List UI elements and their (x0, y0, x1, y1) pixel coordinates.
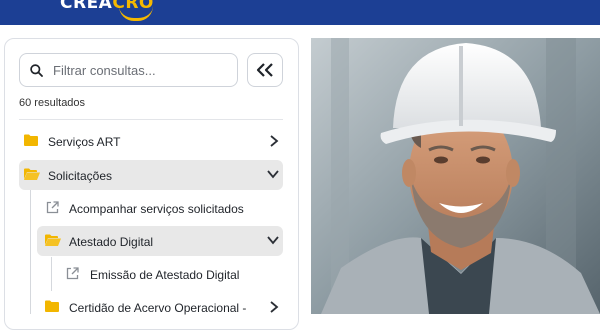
folder-icon (45, 300, 59, 312)
search-input[interactable] (53, 54, 233, 86)
tree-item-atestado-digital[interactable]: Atestado Digital (37, 226, 283, 256)
tree-guide-line (30, 190, 31, 314)
folder-icon (24, 134, 38, 146)
chevron-down-icon (267, 170, 279, 179)
tree-item-label: Certidão de Acervo Operacional - (69, 301, 247, 315)
results-count: 60 resultados (19, 97, 86, 109)
double-chevron-left-icon (256, 63, 273, 77)
tree-item-label: Serviços ART (48, 135, 121, 149)
search-icon (30, 64, 43, 77)
folder-open-icon (45, 234, 61, 246)
tree-item-label: Atestado Digital (69, 235, 154, 249)
tree-item-certidao-acervo[interactable]: Certidão de Acervo Operacional - (40, 292, 283, 322)
chevron-down-icon (267, 236, 279, 245)
logo-smile-mark (119, 6, 153, 21)
search-box (19, 53, 238, 87)
tree-item-emissao-atestado[interactable]: Emissão de Atestado Digital (60, 259, 283, 289)
chevron-right-icon (270, 301, 279, 313)
tree-item-acompanhar-servicos[interactable]: Acompanhar serviços solicitados (40, 193, 283, 223)
tree-item-solicitacoes[interactable]: Solicitações (19, 160, 283, 190)
divider (19, 119, 283, 120)
tree-item-label: Acompanhar serviços solicitados (69, 202, 244, 216)
collapse-sidebar-button[interactable] (247, 53, 283, 87)
tree-item-label: Solicitações (48, 169, 113, 183)
top-header-bar: CREACRO (0, 0, 600, 25)
tree-item-label: Emissão de Atestado Digital (90, 268, 240, 282)
hero-image-engineer (311, 38, 600, 314)
chevron-right-icon (270, 135, 279, 147)
external-link-icon (46, 201, 59, 214)
tree-item-servicos-art[interactable]: Serviços ART (19, 126, 283, 156)
folder-open-icon (24, 168, 40, 180)
tree-guide-line (51, 257, 52, 291)
external-link-icon (66, 267, 79, 280)
engineer-photo-illustration (311, 38, 600, 314)
